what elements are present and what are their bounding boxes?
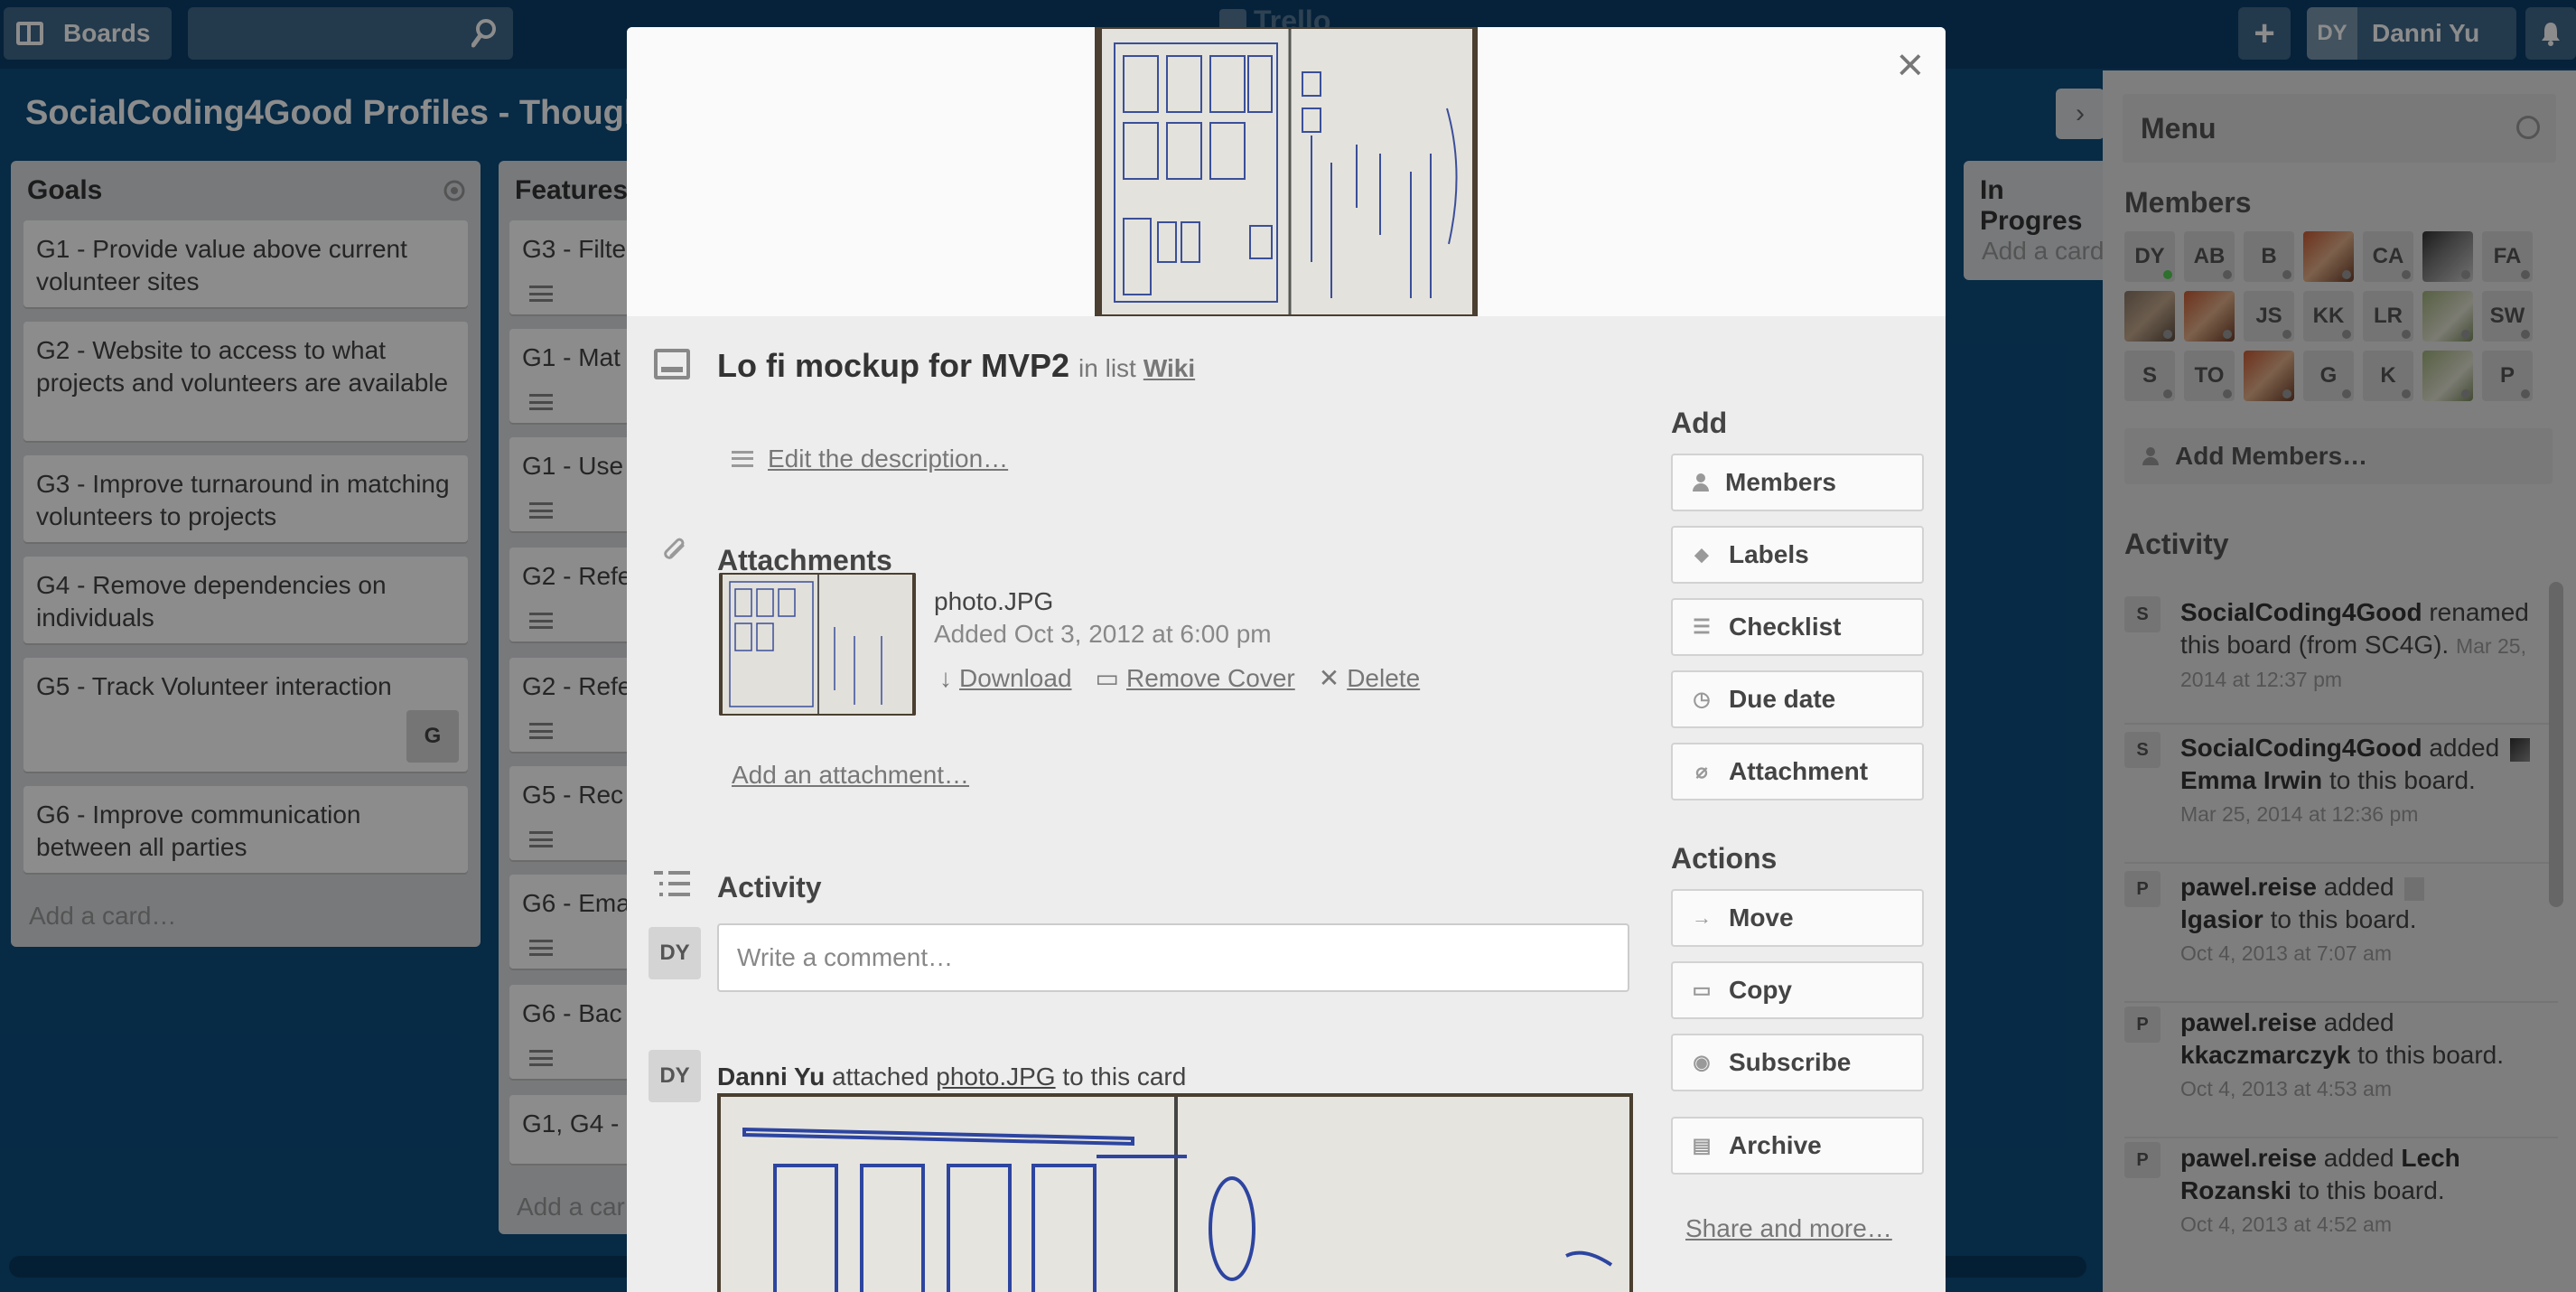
archive-icon: ▤ [1692, 1134, 1712, 1156]
copy-button[interactable]: ▭ Copy [1671, 961, 1924, 1019]
log-avatar[interactable]: DY [649, 1050, 701, 1102]
edit-description-link[interactable]: Edit the description… [732, 445, 1008, 473]
members-button[interactable]: Members [1671, 454, 1924, 511]
close-icon[interactable]: × [1897, 38, 1924, 92]
card-cover: × [627, 27, 1946, 316]
due-date-button[interactable]: ◷ Due date [1671, 670, 1924, 728]
activity-log-entry: Danni Yu attached photo.JPG to this card [717, 1063, 1187, 1091]
cover-icon: ▭ [1095, 664, 1119, 692]
list-link[interactable]: Wiki [1143, 354, 1195, 382]
attachment-name[interactable]: photo.JPG [934, 587, 1053, 616]
share-and-more-link[interactable]: Share and more… [1685, 1214, 1892, 1243]
in-list-label: in list [1078, 354, 1136, 382]
copy-icon: ▭ [1692, 978, 1712, 1001]
description-icon [732, 451, 753, 467]
log-actor[interactable]: Danni Yu [717, 1063, 825, 1091]
subscribe-button[interactable]: ◉ Subscribe [1671, 1034, 1924, 1091]
add-heading: Add [1671, 407, 1728, 439]
checklist-button[interactable]: ☰ Checklist [1671, 598, 1924, 656]
remove-cover-link[interactable]: ▭ Remove Cover [1096, 663, 1295, 693]
activity-icon [654, 867, 690, 903]
checklist-icon: ☰ [1693, 615, 1711, 638]
card-title[interactable]: Lo fi mockup for MVP2 in list Wiki [717, 347, 1195, 385]
download-icon: ↓ [939, 663, 952, 692]
download-link[interactable]: ↓ Download [939, 663, 1072, 693]
comment-input[interactable]: Write a comment… [717, 923, 1629, 992]
archive-button[interactable]: ▤ Archive [1671, 1117, 1924, 1175]
paperclip-icon: ⌀ [1695, 760, 1708, 782]
attachment-button[interactable]: ⌀ Attachment [1671, 743, 1924, 800]
paperclip-icon [664, 538, 685, 559]
delete-icon: ✕ [1318, 664, 1340, 692]
attachment-actions: ↓ Download ▭ Remove Cover ✕ Delete [939, 663, 1420, 693]
actions-heading: Actions [1671, 842, 1778, 875]
label-icon: ⬥ [1694, 543, 1709, 566]
add-attachment-link[interactable]: Add an attachment… [732, 761, 969, 790]
attached-photo-preview[interactable] [717, 1093, 1633, 1292]
card-detail-modal: × Lo fi mockup for MVP2 in list Wiki Edit … [627, 27, 1946, 1292]
labels-button[interactable]: ⬥ Labels [1671, 526, 1924, 584]
card-icon [654, 349, 690, 379]
activity-heading: Activity [717, 871, 822, 903]
comment-avatar[interactable]: DY [649, 927, 701, 979]
delete-link[interactable]: ✕ Delete [1319, 663, 1420, 693]
log-file-link[interactable]: photo.JPG [936, 1063, 1055, 1091]
move-button[interactable]: → Move [1671, 889, 1924, 947]
clock-icon: ◷ [1693, 688, 1711, 710]
cover-photo[interactable] [1095, 27, 1478, 316]
attachment-date: Added Oct 3, 2012 at 6:00 pm [934, 620, 1272, 648]
attachment-thumbnail[interactable] [719, 573, 916, 716]
person-icon [1693, 473, 1709, 492]
eye-icon: ◉ [1693, 1051, 1711, 1073]
arrow-right-icon: → [1692, 906, 1712, 929]
